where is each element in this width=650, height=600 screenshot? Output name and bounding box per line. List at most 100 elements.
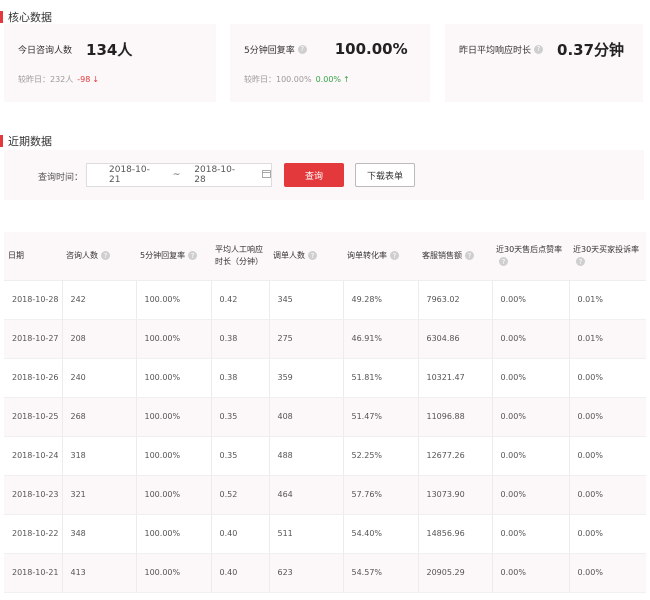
table-cell: 2018-10-24 [4, 436, 63, 476]
header-reply-rate: 5分钟回复率? [136, 232, 211, 281]
recent-data-heading: 近期数据 [0, 134, 52, 148]
table-cell: 240 [62, 358, 137, 398]
table-cell: 0.42 [211, 280, 270, 320]
card-value: 134人 [86, 40, 133, 59]
help-icon[interactable]: ? [308, 251, 317, 261]
table-cell: 0.38 [211, 358, 270, 398]
header-consult-count: 咨询人数? [62, 232, 136, 281]
header-conversion-rate: 询单转化率? [343, 232, 418, 281]
card-today-consult: 今日咨询人数 134人 较昨日：232人 -98 ↓ [4, 24, 216, 102]
table-cell: 46.91% [343, 319, 419, 359]
table-cell: 0.00% [492, 358, 570, 398]
help-icon[interactable]: ? [390, 251, 399, 261]
table-cell: 100.00% [136, 514, 212, 554]
table-cell: 14856.96 [418, 514, 493, 554]
date-start[interactable]: 2018-10-21 [109, 165, 159, 185]
download-form-button[interactable]: 下载表单 [355, 163, 415, 187]
table-cell: 464 [269, 475, 344, 515]
table-cell: 413 [62, 553, 137, 593]
table-cell: 54.40% [343, 514, 419, 554]
table-cell: 275 [269, 319, 344, 359]
table-cell: 2018-10-28 [4, 280, 63, 320]
table-cell: 0.00% [492, 514, 570, 554]
table-cell: 623 [269, 553, 344, 593]
core-data-heading: 核心数据 [0, 10, 52, 24]
help-icon[interactable]: ? [534, 44, 544, 54]
table-cell: 20905.29 [418, 553, 493, 593]
help-icon[interactable]: ? [297, 44, 307, 54]
table-row: 2018-10-26 240 100.00% 0.38 359 51.81% 10321.4… [4, 358, 646, 398]
table-row: 2018-10-23 321 100.00% 0.52 464 57.76% 13073.9… [4, 475, 646, 515]
table-cell: 0.00% [492, 436, 570, 476]
card-delta: 0.00% [315, 75, 342, 84]
query-button[interactable]: 查询 [284, 163, 344, 187]
table-cell: 49.28% [343, 280, 419, 320]
table-cell: 0.40 [211, 553, 270, 593]
table-cell: 0.38 [211, 319, 270, 359]
table-cell: 321 [62, 475, 137, 515]
table-cell: 0.00% [492, 280, 570, 320]
table-cell: 57.76% [343, 475, 419, 515]
card-avg-response: 昨日平均响应时长 ? 0.37分钟 [445, 24, 643, 102]
help-icon[interactable]: ? [465, 251, 474, 261]
card-compare: 较昨日：100.00% [244, 75, 312, 84]
table-cell: 54.57% [343, 553, 419, 593]
table-cell: 51.81% [343, 358, 419, 398]
table-row: 2018-10-21 413 100.00% 0.40 623 54.57% 20905.2… [4, 553, 646, 593]
table-cell: 208 [62, 319, 137, 359]
table-row: 2018-10-22 348 100.00% 0.40 511 54.40% 14856.9… [4, 514, 646, 554]
table-cell: 100.00% [136, 553, 212, 593]
table-cell: 0.00% [569, 358, 646, 398]
calendar-icon[interactable] [261, 169, 271, 181]
table-cell: 0.35 [211, 436, 270, 476]
recent-data-table: 日期 咨询人数? 5分钟回复率? 平均人工响应时长（分钟） 调单人数? 询单转化… [4, 232, 646, 594]
table-header-row: 日期 咨询人数? 5分钟回复率? 平均人工响应时长（分钟） 调单人数? 询单转化… [4, 232, 646, 281]
help-icon[interactable]: ? [101, 251, 110, 261]
header-sales: 客服销售额? [418, 232, 492, 281]
table-cell: 0.00% [569, 436, 646, 476]
help-icon[interactable]: ? [576, 257, 585, 267]
table-cell: 10321.47 [418, 358, 493, 398]
query-panel: 查询时间： 2018-10-21 ~ 2018-10-28 查询 下载表单 [4, 150, 644, 200]
table-cell: 0.01% [569, 280, 646, 320]
help-icon[interactable]: ? [499, 257, 508, 267]
card-value: 0.37分钟 [557, 40, 625, 59]
table-row: 2018-10-27 208 100.00% 0.38 275 46.91% 6304.86… [4, 319, 646, 359]
table-cell: 7963.02 [418, 280, 493, 320]
table-cell: 11096.88 [418, 397, 493, 437]
table-row: 2018-10-24 318 100.00% 0.35 488 52.25% 12677.2… [4, 436, 646, 476]
table-cell: 100.00% [136, 358, 212, 398]
table-row: 2018-10-28 242 100.00% 0.42 345 49.28% 7963.02… [4, 280, 646, 320]
table-cell: 0.00% [492, 475, 570, 515]
table-cell: 408 [269, 397, 344, 437]
date-separator: ~ [172, 170, 181, 180]
card-value: 100.00% [334, 40, 408, 58]
help-icon[interactable]: ? [188, 251, 198, 261]
table-cell: 100.00% [136, 475, 212, 515]
header-inquiry-count: 调单人数? [269, 232, 343, 281]
table-cell: 2018-10-26 [4, 358, 63, 398]
card-reply-rate: 5分钟回复率 ? 100.00% 较昨日：100.00% 0.00% ↑ [230, 24, 430, 102]
table-cell: 6304.86 [418, 319, 493, 359]
table-cell: 0.00% [569, 553, 646, 593]
core-data-title: 核心数据 [8, 11, 52, 24]
table-cell: 0.00% [492, 553, 570, 593]
card-label: 今日咨询人数 [18, 45, 73, 56]
table-cell: 0.00% [569, 397, 646, 437]
table-cell: 242 [62, 280, 137, 320]
table-cell: 2018-10-25 [4, 397, 63, 437]
table-cell: 52.25% [343, 436, 419, 476]
table-cell: 0.40 [211, 514, 270, 554]
table-cell: 2018-10-21 [4, 553, 63, 593]
table-cell: 348 [62, 514, 137, 554]
query-time-label: 查询时间： [38, 173, 84, 183]
table-cell: 0.35 [211, 397, 270, 437]
table-cell: 51.47% [343, 397, 419, 437]
table-cell: 345 [269, 280, 344, 320]
date-range-picker[interactable]: 2018-10-21 ~ 2018-10-28 [86, 163, 272, 187]
date-end[interactable]: 2018-10-28 [194, 165, 244, 185]
card-label: 5分钟回复率 [244, 45, 295, 56]
header-praise-rate: 近30天售后点赞率? [492, 232, 569, 281]
card-delta: -98 [77, 75, 91, 84]
table-cell: 0.00% [569, 475, 646, 515]
